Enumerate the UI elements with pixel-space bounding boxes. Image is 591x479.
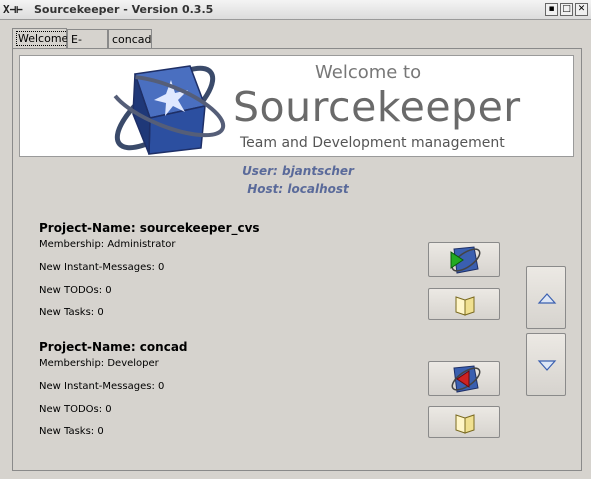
book-icon — [455, 414, 475, 434]
triangle-down-icon — [537, 360, 557, 371]
scroll-down-button[interactable] — [526, 333, 566, 396]
project-name: Project-Name: sourcekeeper_cvs — [39, 221, 260, 235]
project-messages: New Instant-Messages: 0 — [39, 381, 165, 392]
project-docs-button[interactable] — [428, 406, 500, 438]
project-membership: Membership: Developer — [39, 358, 159, 369]
book-icon — [455, 296, 475, 316]
tab-welcome[interactable]: Welcome — [12, 28, 71, 49]
triangle-up-icon — [537, 293, 557, 304]
cube-red-arrow-icon — [451, 365, 481, 393]
close-button[interactable]: ✕ — [575, 3, 588, 16]
project-membership: Membership: Administrator — [39, 239, 176, 250]
welcome-panel: Welcome to Sourcekeeper Team and Develop… — [12, 48, 582, 471]
minimize-button[interactable]: ▪ — [545, 3, 558, 16]
banner-welcome-text: Welcome to — [315, 62, 422, 83]
banner-tagline: Team and Development management — [240, 135, 505, 151]
project-tasks: New Tasks: 0 — [39, 426, 104, 437]
sourcekeeper-logo — [108, 65, 226, 155]
tab-concad[interactable]: concad — [108, 29, 152, 48]
project-todos: New TODOs: 0 — [39, 404, 112, 415]
project-messages: New Instant-Messages: 0 — [39, 262, 165, 273]
welcome-banner: Welcome to Sourcekeeper Team and Develop… — [19, 55, 574, 157]
host-label: Host: localhost — [247, 182, 349, 196]
project-docs-button[interactable] — [428, 288, 500, 320]
banner-product-name: Sourcekeeper — [233, 83, 521, 131]
maximize-button[interactable]: □ — [560, 3, 573, 16]
open-project-button[interactable] — [428, 361, 500, 396]
project-tasks: New Tasks: 0 — [39, 307, 104, 318]
user-label: User: bjantscher — [242, 164, 354, 178]
window-menu-icon[interactable]: X⊣⊢ — [3, 2, 29, 17]
tab-email[interactable]: E-Mail — [67, 29, 108, 59]
title-bar[interactable]: X⊣⊢ Sourcekeeper - Version 0.3.5 ▪ □ ✕ — [0, 0, 591, 20]
window-title: Sourcekeeper - Version 0.3.5 — [34, 3, 214, 16]
tab-label: concad — [112, 33, 152, 46]
cube-green-arrow-icon — [450, 246, 481, 274]
open-project-button[interactable] — [428, 242, 500, 277]
project-name: Project-Name: concad — [39, 340, 188, 354]
main-window: X⊣⊢ Sourcekeeper - Version 0.3.5 ▪ □ ✕ W… — [0, 0, 591, 479]
project-todos: New TODOs: 0 — [39, 285, 112, 296]
scroll-up-button[interactable] — [526, 266, 566, 329]
tab-label: Welcome — [16, 31, 71, 46]
